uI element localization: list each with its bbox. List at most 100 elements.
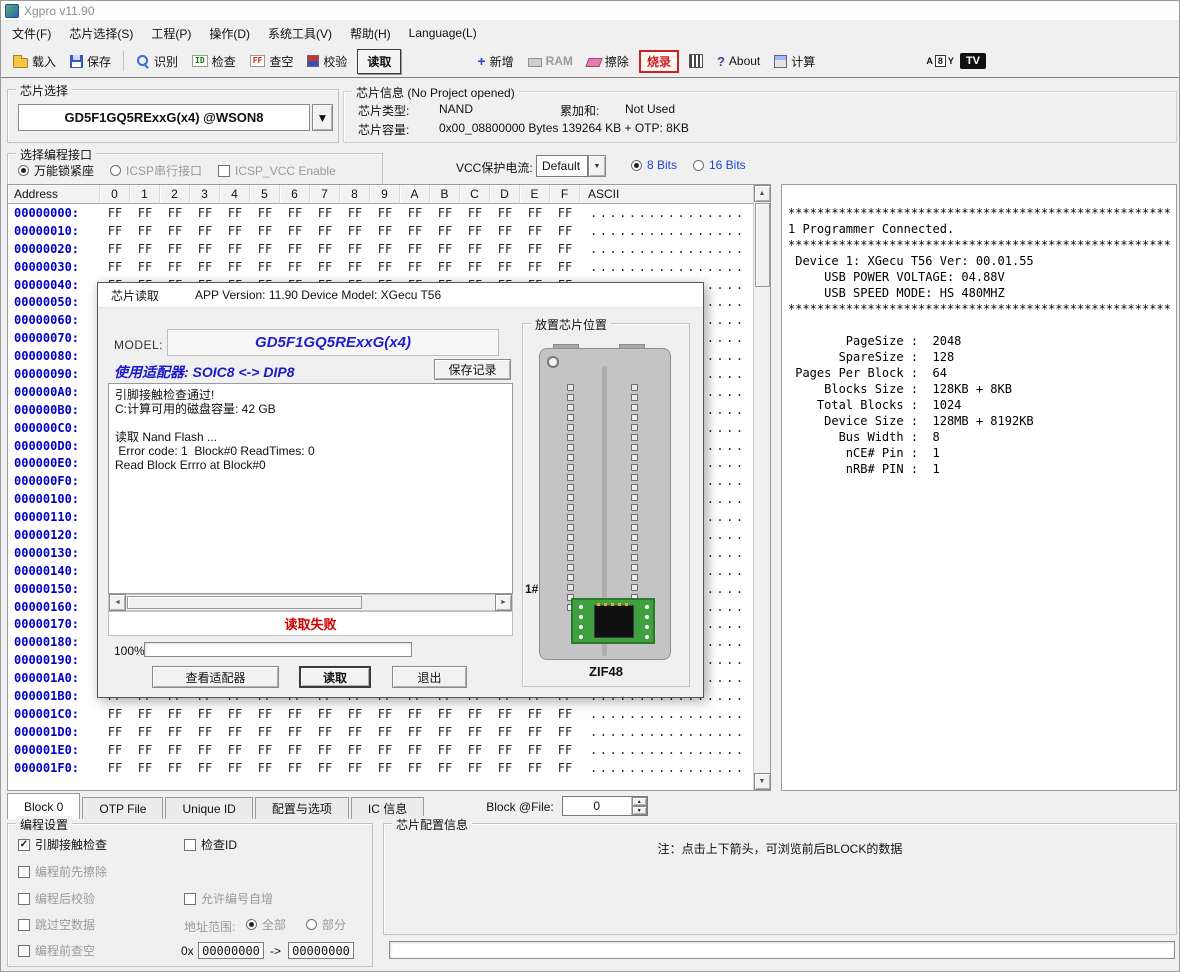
hex-byte-cell[interactable]: FF (340, 206, 370, 220)
hex-byte-cell[interactable]: FF (190, 761, 220, 775)
hex-byte-cell[interactable]: FF (460, 260, 490, 274)
chip-select-combo[interactable]: GD5F1GQ5RExxG(x4) @WSON8 (18, 104, 310, 131)
pin-contact-check-checkbox[interactable]: 引脚接触检查 (18, 836, 107, 853)
bits8-radio[interactable]: 8 Bits (631, 158, 677, 172)
hex-byte-cell[interactable]: FF (520, 206, 550, 220)
scroll-up-button[interactable]: ▲ (754, 185, 771, 202)
hex-byte-cell[interactable]: FF (130, 743, 160, 757)
hex-byte-cell[interactable]: FF (430, 206, 460, 220)
hex-byte-cell[interactable]: FF (520, 707, 550, 721)
ic-test-button[interactable] (685, 51, 707, 71)
icsp-interface-radio[interactable]: ICSP串行接口 (110, 162, 202, 179)
hex-byte-cell[interactable]: FF (340, 761, 370, 775)
verify-button[interactable]: 校验 (303, 50, 351, 73)
hex-byte-cell[interactable]: FF (100, 224, 130, 238)
hex-byte-cell[interactable]: FF (310, 761, 340, 775)
scroll-down-button[interactable]: ▼ (754, 773, 771, 790)
hscroll-right-button[interactable]: ► (495, 594, 512, 611)
hex-byte-cell[interactable]: FF (460, 224, 490, 238)
hex-byte-cell[interactable]: FF (550, 260, 580, 274)
hex-byte-cell[interactable]: FF (130, 206, 160, 220)
hex-byte-cell[interactable]: FF (400, 224, 430, 238)
hex-byte-cell[interactable]: FF (310, 206, 340, 220)
hex-byte-cell[interactable]: FF (490, 761, 520, 775)
hex-byte-cell[interactable]: FF (160, 224, 190, 238)
block-spinner-value[interactable]: 0 (563, 797, 631, 815)
address-from-input[interactable] (198, 942, 264, 959)
hex-byte-cell[interactable]: FF (400, 206, 430, 220)
hex-byte-cell[interactable]: FF (430, 224, 460, 238)
skip-blank-checkbox[interactable]: 跳过空数据 (18, 916, 95, 933)
hex-byte-cell[interactable]: FF (400, 260, 430, 274)
hex-byte-cell[interactable]: FF (250, 224, 280, 238)
hex-byte-cell[interactable]: FF (280, 242, 310, 256)
hex-byte-cell[interactable]: FF (370, 707, 400, 721)
hex-byte-cell[interactable]: FF (400, 242, 430, 256)
spinner-up-button[interactable]: ▲ (632, 797, 647, 806)
menu-item-2[interactable]: 工程(P) (142, 21, 200, 46)
hex-byte-cell[interactable]: FF (550, 725, 580, 739)
hex-byte-cell[interactable]: FF (190, 242, 220, 256)
icsp-vcc-checkbox[interactable]: ICSP_VCC Enable (218, 164, 336, 178)
hscroll-thumb[interactable] (127, 596, 362, 609)
hex-byte-cell[interactable]: FF (550, 206, 580, 220)
hex-byte-cell[interactable]: FF (160, 743, 190, 757)
hex-byte-cell[interactable]: FF (550, 224, 580, 238)
dialog-exit-button[interactable]: 退出 (392, 666, 467, 688)
logic-convert-button[interactable]: A 8 Y (926, 55, 954, 67)
calculator-button[interactable]: 计算 (770, 50, 819, 73)
hex-byte-cell[interactable]: FF (250, 761, 280, 775)
hex-byte-cell[interactable]: FF (310, 743, 340, 757)
ram-button[interactable]: RAM (524, 51, 577, 71)
hex-byte-cell[interactable]: FF (250, 260, 280, 274)
scroll-thumb[interactable] (755, 203, 770, 287)
menu-item-3[interactable]: 操作(D) (200, 21, 259, 46)
hex-byte-cell[interactable]: FF (100, 725, 130, 739)
hex-byte-cell[interactable]: FF (160, 242, 190, 256)
hex-byte-cell[interactable]: FF (250, 242, 280, 256)
hex-byte-cell[interactable]: FF (460, 206, 490, 220)
save-button[interactable]: 保存 (66, 50, 115, 73)
hex-byte-cell[interactable]: FF (160, 206, 190, 220)
hex-byte-cell[interactable]: FF (100, 242, 130, 256)
hex-byte-cell[interactable]: FF (340, 224, 370, 238)
hex-byte-cell[interactable]: FF (250, 743, 280, 757)
block-spinner[interactable]: 0 ▲ ▼ (562, 796, 648, 816)
address-to-input[interactable] (288, 942, 354, 959)
hex-byte-cell[interactable]: FF (340, 707, 370, 721)
hex-byte-cell[interactable]: FF (370, 242, 400, 256)
hex-byte-cell[interactable]: FF (370, 224, 400, 238)
hex-byte-cell[interactable]: FF (370, 725, 400, 739)
hex-byte-cell[interactable]: FF (490, 743, 520, 757)
hex-byte-cell[interactable]: FF (220, 242, 250, 256)
tv-tool-button[interactable]: TV (960, 53, 986, 69)
hex-byte-cell[interactable]: FF (400, 725, 430, 739)
hex-byte-cell[interactable]: FF (310, 707, 340, 721)
hex-byte-cell[interactable]: FF (280, 725, 310, 739)
hex-byte-cell[interactable]: FF (550, 707, 580, 721)
hex-byte-cell[interactable]: FF (550, 761, 580, 775)
hex-byte-cell[interactable]: FF (160, 761, 190, 775)
erase-button[interactable]: 擦除 (583, 50, 633, 73)
hex-byte-cell[interactable]: FF (280, 761, 310, 775)
hex-byte-cell[interactable]: FF (520, 761, 550, 775)
hex-byte-cell[interactable]: FF (190, 260, 220, 274)
auto-detect-button[interactable]: 识别 (132, 50, 182, 73)
hex-byte-cell[interactable]: FF (280, 224, 310, 238)
hex-byte-cell[interactable]: FF (100, 206, 130, 220)
hex-byte-cell[interactable]: FF (160, 725, 190, 739)
hex-byte-cell[interactable]: FF (490, 242, 520, 256)
chip-select-dropdown-button[interactable]: ▼ (312, 104, 333, 131)
hex-byte-cell[interactable]: FF (190, 743, 220, 757)
blank-check-button[interactable]: FF 查空 (246, 50, 298, 73)
hex-byte-cell[interactable]: FF (340, 260, 370, 274)
hex-byte-cell[interactable]: FF (220, 761, 250, 775)
hex-byte-cell[interactable]: FF (130, 242, 160, 256)
hex-byte-cell[interactable]: FF (460, 707, 490, 721)
hex-byte-cell[interactable]: FF (250, 707, 280, 721)
hex-byte-cell[interactable]: FF (190, 224, 220, 238)
hex-byte-cell[interactable]: FF (190, 707, 220, 721)
hex-byte-cell[interactable]: FF (160, 260, 190, 274)
hex-byte-cell[interactable]: FF (340, 725, 370, 739)
menu-item-4[interactable]: 系统工具(V) (259, 21, 341, 46)
